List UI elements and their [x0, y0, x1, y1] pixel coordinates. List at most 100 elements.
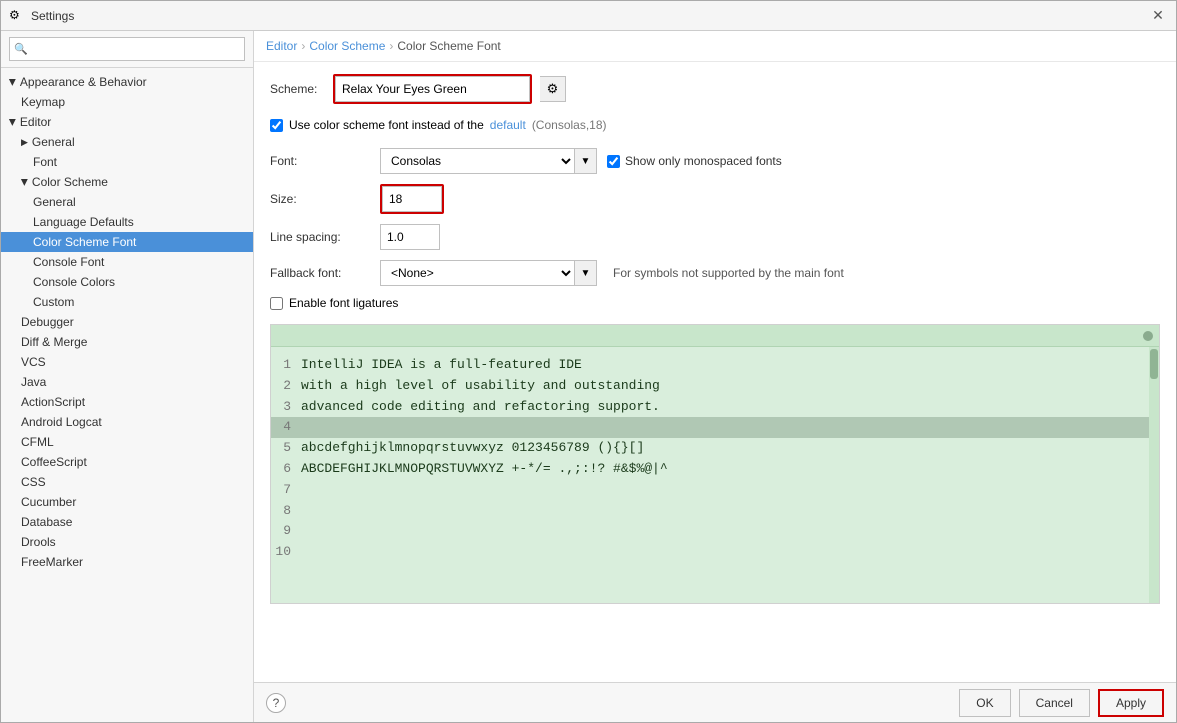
line-num-9: 9: [271, 521, 301, 542]
default-link[interactable]: default: [490, 118, 526, 132]
sidebar-item-diff-merge[interactable]: Diff & Merge: [1, 332, 253, 352]
sidebar-item-label: FreeMarker: [21, 555, 83, 569]
sidebar-item-label: CoffeeScript: [21, 455, 87, 469]
apply-button[interactable]: Apply: [1098, 689, 1164, 717]
show-monospaced-label: Show only monospaced fonts: [607, 154, 782, 168]
font-section: Font: Consolas Arial Courier New DejaVu …: [270, 148, 1160, 286]
cancel-button[interactable]: Cancel: [1019, 689, 1090, 717]
help-button[interactable]: ?: [266, 693, 286, 713]
preview-code: 1 IntelliJ IDEA is a full-featured IDE 2…: [271, 347, 1159, 571]
line-num-5: 5: [271, 438, 301, 459]
scheme-label: Scheme:: [270, 82, 325, 96]
bottom-left: ?: [266, 693, 286, 713]
sidebar-item-label: ActionScript: [21, 395, 85, 409]
sidebar-item-console-font[interactable]: Console Font: [1, 252, 253, 272]
expand-icon: ▶: [21, 137, 28, 148]
expand-icon: ▶: [19, 179, 30, 186]
sidebar-item-label: Java: [21, 375, 46, 389]
font-select[interactable]: Consolas Arial Courier New DejaVu Sans M…: [380, 148, 575, 174]
size-input[interactable]: [382, 186, 442, 212]
panel-content: Scheme: Relax Your Eyes Green Default Da…: [254, 62, 1176, 682]
line-num-3: 3: [271, 397, 301, 418]
line-num-8: 8: [271, 501, 301, 522]
sidebar-item-debugger[interactable]: Debugger: [1, 312, 253, 332]
sidebar-item-coffeescript[interactable]: CoffeeScript: [1, 452, 253, 472]
sidebar-item-language-defaults[interactable]: Language Defaults: [1, 212, 253, 232]
code-line-1: 1 IntelliJ IDEA is a full-featured IDE: [271, 355, 1159, 376]
scheme-dropdown[interactable]: Relax Your Eyes Green Default Darcula Hi…: [335, 76, 530, 102]
sidebar-item-label: Color Scheme: [32, 175, 108, 189]
sidebar-item-label: Color Scheme Font: [33, 235, 136, 249]
font-row: Font: Consolas Arial Courier New DejaVu …: [270, 148, 1160, 174]
preview-area: 1 IntelliJ IDEA is a full-featured IDE 2…: [270, 324, 1160, 604]
ok-button[interactable]: OK: [959, 689, 1010, 717]
breadcrumb-color-scheme[interactable]: Color Scheme: [309, 39, 385, 53]
nav-tree: ▶ Appearance & Behavior Keymap ▶ Editor …: [1, 68, 253, 722]
sidebar-item-label: Database: [21, 515, 72, 529]
settings-window: ⚙ Settings ✕ 🔍 ▶ Appearance & Behavior: [0, 0, 1177, 723]
sidebar-item-appearance-behavior[interactable]: ▶ Appearance & Behavior: [1, 72, 253, 92]
sidebar-item-label: CSS: [21, 475, 46, 489]
sidebar-item-color-scheme-font[interactable]: Color Scheme Font: [1, 232, 253, 252]
sidebar-item-console-colors[interactable]: Console Colors: [1, 272, 253, 292]
preview-scrollbar[interactable]: [1149, 347, 1159, 603]
line-code-2: with a high level of usability and outst…: [301, 376, 660, 397]
fallback-row: Fallback font: <None> Arial DejaVu Sans …: [270, 260, 1160, 286]
sidebar-item-cfml[interactable]: CFML: [1, 432, 253, 452]
fallback-select[interactable]: <None> Arial DejaVu Sans: [380, 260, 575, 286]
line-num-10: 10: [271, 542, 301, 563]
sidebar-item-font[interactable]: Font: [1, 152, 253, 172]
line-code-3: advanced code editing and refactoring su…: [301, 397, 660, 418]
line-spacing-row: Line spacing:: [270, 224, 1160, 250]
sidebar-item-actionscript[interactable]: ActionScript: [1, 392, 253, 412]
sidebar-item-label: Appearance & Behavior: [20, 75, 147, 89]
preview-dots: [1143, 331, 1153, 341]
default-hint: (Consolas,18): [532, 118, 607, 132]
show-monospaced-checkbox[interactable]: [607, 155, 620, 168]
breadcrumb-editor[interactable]: Editor: [266, 39, 297, 53]
sidebar-item-label: Custom: [33, 295, 74, 309]
code-line-5: 5 abcdefghijklmnopqrstuvwxyz 0123456789 …: [271, 438, 1159, 459]
sidebar-item-freemarker[interactable]: FreeMarker: [1, 552, 253, 572]
search-input[interactable]: [9, 37, 245, 61]
use-color-scheme-row: Use color scheme font instead of the def…: [270, 118, 1160, 132]
sidebar-item-color-scheme-general[interactable]: General: [1, 192, 253, 212]
sidebar-item-cucumber[interactable]: Cucumber: [1, 492, 253, 512]
font-dropdown-arrow[interactable]: ▼: [575, 148, 597, 174]
title-bar: ⚙ Settings ✕: [1, 1, 1176, 31]
sidebar-item-label: Cucumber: [21, 495, 76, 509]
code-line-4: 4: [271, 417, 1159, 438]
ligatures-row: Enable font ligatures: [270, 296, 1160, 310]
sidebar-item-keymap[interactable]: Keymap: [1, 92, 253, 112]
sidebar-item-label: Console Font: [33, 255, 104, 269]
sidebar-item-general[interactable]: ▶ General: [1, 132, 253, 152]
sidebar-item-vcs[interactable]: VCS: [1, 352, 253, 372]
sidebar-item-drools[interactable]: Drools: [1, 532, 253, 552]
bottom-bar: ? OK Cancel Apply: [254, 682, 1176, 722]
sidebar-item-editor[interactable]: ▶ Editor: [1, 112, 253, 132]
sidebar-item-custom[interactable]: Custom: [1, 292, 253, 312]
size-row: Size:: [270, 184, 1160, 214]
line-spacing-label: Line spacing:: [270, 230, 370, 244]
line-num-2: 2: [271, 376, 301, 397]
sidebar-item-label: CFML: [21, 435, 54, 449]
line-spacing-input[interactable]: [380, 224, 440, 250]
fallback-dropdown-arrow[interactable]: ▼: [575, 260, 597, 286]
ligatures-label: Enable font ligatures: [289, 296, 398, 310]
sidebar-item-java[interactable]: Java: [1, 372, 253, 392]
close-button[interactable]: ✕: [1148, 6, 1168, 26]
use-color-scheme-checkbox[interactable]: [270, 119, 283, 132]
code-line-10: 10: [271, 542, 1159, 563]
main-content: 🔍 ▶ Appearance & Behavior Keymap ▶ Edito…: [1, 31, 1176, 722]
sidebar-item-css[interactable]: CSS: [1, 472, 253, 492]
sidebar-item-color-scheme[interactable]: ▶ Color Scheme: [1, 172, 253, 192]
sidebar-item-label: Drools: [21, 535, 56, 549]
ligatures-checkbox[interactable]: [270, 297, 283, 310]
sidebar-item-database[interactable]: Database: [1, 512, 253, 532]
sidebar-item-label: General: [32, 135, 75, 149]
font-dropdown-wrap: Consolas Arial Courier New DejaVu Sans M…: [380, 148, 597, 174]
scheme-gear-button[interactable]: ⚙: [540, 76, 566, 102]
code-line-7: 7: [271, 480, 1159, 501]
expand-icon: ▶: [7, 79, 18, 86]
sidebar-item-android-logcat[interactable]: Android Logcat: [1, 412, 253, 432]
